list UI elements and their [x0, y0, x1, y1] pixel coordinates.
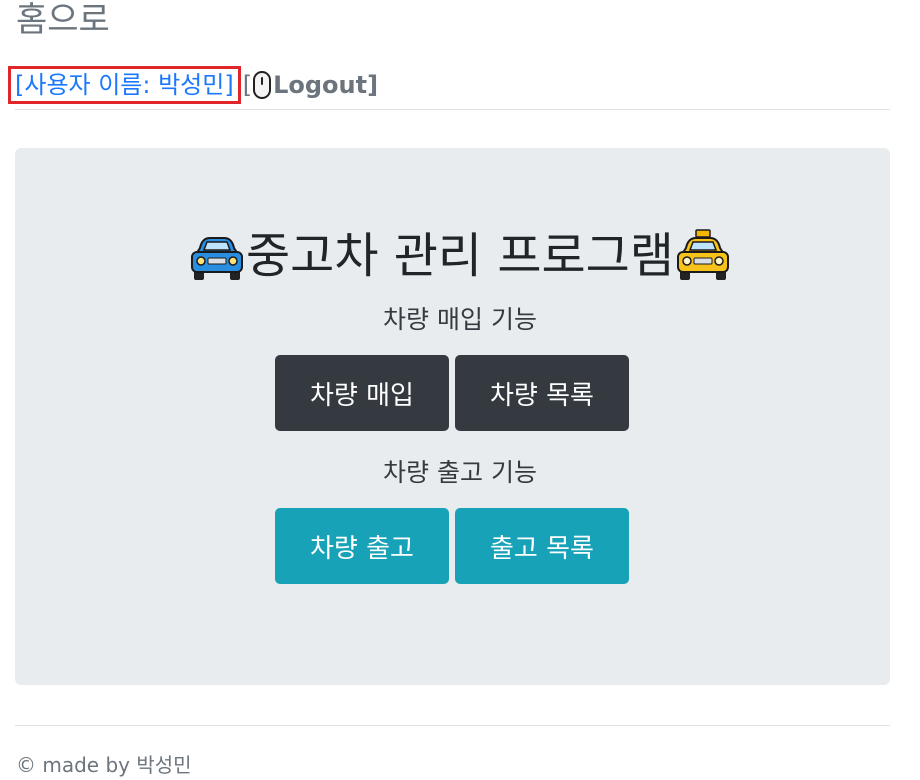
car-list-button[interactable]: 차량 목록 [455, 355, 629, 431]
user-bar: [사용자 이름: 박성민] [ Logout] [8, 66, 378, 104]
footer-text: © made by 박성민 [16, 753, 192, 777]
top-divider [15, 109, 890, 110]
out-section-label: 차량 출고 기능 [383, 458, 537, 487]
out-button-row: 차량 출고 출고 목록 [275, 508, 629, 584]
taxi-icon [676, 229, 729, 280]
logout-label: Logout] [273, 71, 379, 99]
logout-open-bracket: [ [242, 71, 253, 99]
buy-section-label: 차량 매입 기능 [383, 305, 537, 334]
page-title: 중고차 관리 프로그램 [246, 228, 674, 284]
blue-car-icon [191, 237, 244, 280]
home-link[interactable]: 홈으로 [16, 0, 110, 40]
release-list-button[interactable]: 출고 목록 [455, 508, 629, 584]
buy-car-button[interactable]: 차량 매입 [275, 355, 449, 431]
title-row: 중고차 관리 프로그램 [0, 226, 920, 286]
logout-link[interactable]: [ Logout] [243, 71, 378, 99]
release-car-button[interactable]: 차량 출고 [275, 508, 449, 584]
user-name-highlight: [사용자 이름: 박성민] [8, 66, 241, 104]
mouse-icon [253, 71, 272, 99]
buy-button-row: 차량 매입 차량 목록 [275, 355, 629, 431]
bottom-divider [15, 725, 890, 726]
user-name-label: [사용자 이름: 박성민] [15, 71, 234, 99]
